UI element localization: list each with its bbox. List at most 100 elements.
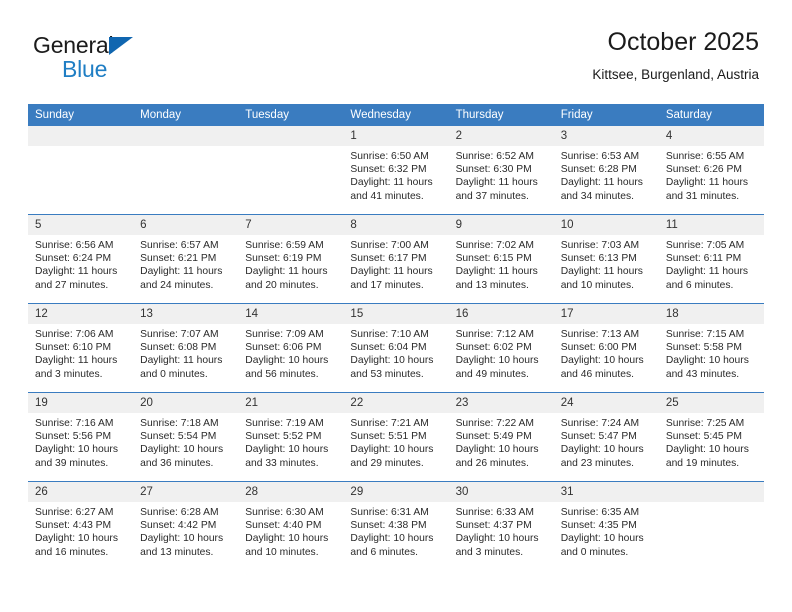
sunrise-text: Sunrise: 7:18 AM	[140, 418, 219, 429]
calendar-day-cell[interactable]: 4 Sunrise: 6:55 AM Sunset: 6:26 PM Daylight…	[658, 126, 764, 215]
day-details: Sunrise: 7:10 AM Sunset: 6:04 PM Daylight:…	[343, 324, 448, 381]
sunset-text: Sunset: 6:24 PM	[35, 253, 112, 265]
day-number: 1	[343, 126, 449, 146]
sunrise-text: Sunrise: 6:59 AM	[245, 240, 324, 251]
sunset-text: Sunset: 5:54 PM	[140, 431, 217, 443]
sunset-text: Sunset: 4:43 PM	[35, 520, 112, 532]
calendar-day-cell[interactable]: 26 Sunrise: 6:27 AM Sunset: 4:43 PM Dayligh…	[28, 481, 134, 570]
calendar-day-cell[interactable]: 7 Sunrise: 6:59 AM Sunset: 6:19 PM Daylight…	[238, 214, 344, 304]
day-number: 25	[658, 393, 764, 413]
calendar-day-cell[interactable]: 13 Sunrise: 7:07 AM Sunset: 6:08 PM Dayligh…	[133, 303, 239, 393]
day-details: Sunrise: 7:09 AM Sunset: 6:06 PM Daylight:…	[238, 324, 343, 381]
sunset-text: Sunset: 4:42 PM	[140, 520, 217, 532]
day-number: 8	[343, 215, 449, 235]
calendar-day-cell[interactable]: 21 Sunrise: 7:19 AM Sunset: 5:52 PM Dayligh…	[238, 392, 344, 482]
day-number: 11	[658, 215, 764, 235]
calendar-day-cell[interactable]: 30 Sunrise: 6:33 AM Sunset: 4:37 PM Dayligh…	[448, 481, 554, 570]
day-number: 12	[28, 304, 134, 324]
calendar-day-cell[interactable]: 12 Sunrise: 7:06 AM Sunset: 6:10 PM Dayligh…	[28, 303, 134, 393]
sunrise-text: Sunrise: 6:33 AM	[455, 507, 534, 518]
daylight-text-line2: and 6 minutes.	[350, 546, 418, 558]
sunset-text: Sunset: 6:17 PM	[350, 253, 427, 265]
sunset-text: Sunset: 6:08 PM	[140, 342, 217, 354]
daylight-text-line2: and 49 minutes.	[455, 368, 529, 380]
sunrise-text: Sunrise: 6:27 AM	[35, 507, 114, 518]
calendar-day-cell[interactable]: 9 Sunrise: 7:02 AM Sunset: 6:15 PM Daylight…	[448, 214, 554, 304]
calendar-day-cell[interactable]: 5 Sunrise: 6:56 AM Sunset: 6:24 PM Daylight…	[28, 214, 134, 304]
calendar-day-cell[interactable]: 14 Sunrise: 7:09 AM Sunset: 6:06 PM Dayligh…	[238, 303, 344, 393]
calendar-day-cell[interactable]: 19 Sunrise: 7:16 AM Sunset: 5:56 PM Dayligh…	[28, 392, 134, 482]
calendar-day-cell[interactable]: 24 Sunrise: 7:24 AM Sunset: 5:47 PM Dayligh…	[553, 392, 659, 482]
calendar-day-cell[interactable]: 23 Sunrise: 7:22 AM Sunset: 5:49 PM Dayligh…	[448, 392, 554, 482]
sunset-text: Sunset: 5:58 PM	[665, 342, 742, 354]
calendar-day-cell[interactable]: 28 Sunrise: 6:30 AM Sunset: 4:40 PM Dayligh…	[238, 481, 344, 570]
daylight-text-line2: and 23 minutes.	[560, 457, 634, 469]
calendar-day-cell[interactable]: 17 Sunrise: 7:13 AM Sunset: 6:00 PM Dayligh…	[553, 303, 659, 393]
location-subtitle: Kittsee, Burgenland, Austria	[592, 66, 759, 82]
daylight-text-line2: and 53 minutes.	[350, 368, 424, 380]
calendar-day-cell[interactable]: 11 Sunrise: 7:05 AM Sunset: 6:11 PM Dayligh…	[658, 214, 764, 304]
daylight-text-line2: and 13 minutes.	[455, 279, 529, 291]
daylight-text-line2: and 24 minutes.	[140, 279, 214, 291]
daylight-text-line2: and 13 minutes.	[140, 546, 214, 558]
sunrise-text: Sunrise: 7:07 AM	[140, 329, 219, 340]
calendar-day-cell[interactable]: 16 Sunrise: 7:12 AM Sunset: 6:02 PM Dayligh…	[448, 303, 554, 393]
calendar-empty-cell	[238, 126, 344, 215]
day-details: Sunrise: 7:15 AM Sunset: 5:58 PM Daylight:…	[659, 324, 764, 381]
calendar-day-cell[interactable]: 22 Sunrise: 7:21 AM Sunset: 5:51 PM Dayligh…	[343, 392, 449, 482]
daylight-text-line1: Daylight: 11 hours	[560, 177, 643, 189]
daylight-text-line2: and 56 minutes.	[245, 368, 319, 380]
weekday-header-thursday: Thursday	[448, 104, 554, 126]
calendar-day-cell[interactable]: 6 Sunrise: 6:57 AM Sunset: 6:21 PM Daylight…	[133, 214, 239, 304]
calendar-day-cell[interactable]: 31 Sunrise: 6:35 AM Sunset: 4:35 PM Dayligh…	[553, 481, 659, 570]
daylight-text-line2: and 10 minutes.	[560, 279, 634, 291]
sunset-text: Sunset: 6:06 PM	[245, 342, 322, 354]
calendar-day-cell[interactable]: 10 Sunrise: 7:03 AM Sunset: 6:13 PM Dayligh…	[553, 214, 659, 304]
daylight-text-line2: and 29 minutes.	[350, 457, 424, 469]
sunrise-text: Sunrise: 7:24 AM	[560, 418, 640, 429]
sunrise-text: Sunrise: 7:25 AM	[665, 418, 745, 429]
sunrise-text: Sunrise: 7:00 AM	[350, 240, 429, 251]
day-details: Sunrise: 7:07 AM Sunset: 6:08 PM Daylight:…	[133, 324, 238, 381]
day-number: 23	[448, 393, 554, 413]
day-number: 16	[448, 304, 554, 324]
sunrise-text: Sunrise: 7:13 AM	[560, 329, 640, 340]
sunset-text: Sunset: 6:13 PM	[560, 253, 637, 265]
daylight-text-line2: and 36 minutes.	[140, 457, 214, 469]
calendar-day-cell[interactable]: 27 Sunrise: 6:28 AM Sunset: 4:42 PM Dayligh…	[133, 481, 239, 570]
day-details: Sunrise: 6:35 AM Sunset: 4:35 PM Daylight:…	[554, 502, 659, 559]
day-number: 2	[448, 126, 554, 146]
calendar-day-cell[interactable]: 3 Sunrise: 6:53 AM Sunset: 6:28 PM Daylight…	[553, 126, 659, 215]
sunrise-text: Sunrise: 7:22 AM	[455, 418, 534, 429]
sunrise-text: Sunrise: 6:57 AM	[140, 240, 219, 251]
calendar-day-cell[interactable]: 29 Sunrise: 6:31 AM Sunset: 4:38 PM Dayligh…	[343, 481, 449, 570]
daylight-text-line1: Daylight: 10 hours	[350, 355, 434, 367]
calendar-day-cell[interactable]: 15 Sunrise: 7:10 AM Sunset: 6:04 PM Dayligh…	[343, 303, 449, 393]
daylight-text-line2: and 0 minutes.	[560, 546, 629, 558]
day-details: Sunrise: 7:06 AM Sunset: 6:10 PM Daylight:…	[28, 324, 133, 381]
day-details: Sunrise: 7:22 AM Sunset: 5:49 PM Daylight:…	[449, 413, 554, 470]
calendar-day-cell[interactable]: 25 Sunrise: 7:25 AM Sunset: 5:45 PM Dayligh…	[658, 392, 764, 482]
day-details: Sunrise: 6:30 AM Sunset: 4:40 PM Daylight:…	[238, 502, 343, 559]
sunrise-text: Sunrise: 6:53 AM	[560, 151, 640, 162]
weekday-header-sunday: Sunday	[28, 104, 134, 126]
daylight-text-line2: and 10 minutes.	[245, 546, 319, 558]
day-number	[238, 126, 344, 146]
sunrise-text: Sunrise: 6:55 AM	[665, 151, 745, 162]
sunset-text: Sunset: 5:56 PM	[35, 431, 112, 443]
calendar-day-cell[interactable]: 18 Sunrise: 7:15 AM Sunset: 5:58 PM Dayligh…	[658, 303, 764, 393]
calendar-empty-cell	[28, 126, 134, 215]
calendar-day-cell[interactable]: 1 Sunrise: 6:50 AM Sunset: 6:32 PM Daylight…	[343, 126, 449, 215]
logo-triangle-icon	[109, 37, 133, 55]
day-details: Sunrise: 6:52 AM Sunset: 6:30 PM Daylight:…	[449, 146, 554, 203]
calendar-day-cell[interactable]: 2 Sunrise: 6:52 AM Sunset: 6:30 PM Daylight…	[448, 126, 554, 215]
daylight-text-line2: and 26 minutes.	[455, 457, 529, 469]
calendar-day-cell[interactable]: 20 Sunrise: 7:18 AM Sunset: 5:54 PM Dayligh…	[133, 392, 239, 482]
daylight-text-line1: Daylight: 10 hours	[560, 533, 644, 545]
day-details: Sunrise: 7:21 AM Sunset: 5:51 PM Daylight:…	[343, 413, 448, 470]
day-details: Sunrise: 7:16 AM Sunset: 5:56 PM Daylight:…	[28, 413, 133, 470]
sunset-text: Sunset: 5:45 PM	[665, 431, 742, 443]
daylight-text-line1: Daylight: 10 hours	[560, 444, 644, 456]
calendar-day-cell[interactable]: 8 Sunrise: 7:00 AM Sunset: 6:17 PM Daylight…	[343, 214, 449, 304]
sunrise-text: Sunrise: 6:35 AM	[560, 507, 640, 518]
